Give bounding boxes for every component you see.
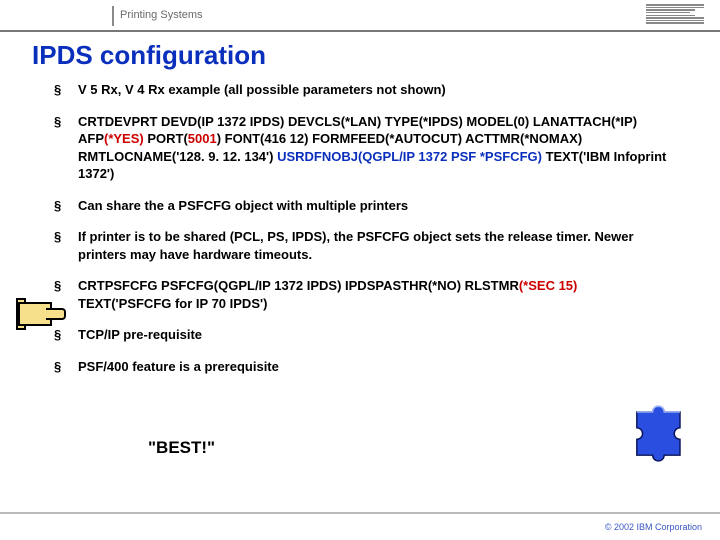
bullet-text: (*SEC 15) <box>519 278 578 293</box>
header-bar: Printing Systems <box>0 0 720 30</box>
bullet-text: CRTPSFCFG PSFCFG(QGPL/IP 1372 IPDS) IPDS… <box>78 278 519 293</box>
bullet-text: PSF/400 feature is a prerequisite <box>78 359 279 374</box>
copyright-text: © 2002 IBM Corporation <box>605 522 702 532</box>
bullet-item: CRTPSFCFG PSFCFG(QGPL/IP 1372 IPDS) IPDS… <box>78 277 672 312</box>
bullet-item: CRTDEVPRT DEVD(IP 1372 IPDS) DEVCLS(*LAN… <box>78 113 672 183</box>
puzzle-piece-icon <box>626 394 698 466</box>
bullet-text: If printer is to be shared (PCL, PS, IPD… <box>78 229 634 262</box>
header-rule <box>0 30 720 32</box>
bullet-text: USRDFNOBJ(QGPL/IP 1372 PSF *PSFCFG) <box>277 149 542 164</box>
ibm-logo-icon <box>646 4 704 24</box>
bullet-item: TCP/IP pre-requisite <box>78 326 672 344</box>
bullet-text: Can share the a PSFCFG object with multi… <box>78 198 408 213</box>
footer-rule <box>0 512 720 514</box>
bullet-item: V 5 Rx, V 4 Rx example (all possible par… <box>78 81 672 99</box>
bullet-text: (*YES) <box>104 131 144 146</box>
bullet-item: PSF/400 feature is a prerequisite <box>78 358 672 376</box>
bullet-list: V 5 Rx, V 4 Rx example (all possible par… <box>78 81 672 376</box>
bullet-item: If printer is to be shared (PCL, PS, IPD… <box>78 228 672 263</box>
bullet-item: Can share the a PSFCFG object with multi… <box>78 197 672 215</box>
bullet-text: TCP/IP pre-requisite <box>78 327 202 342</box>
header-separator <box>112 6 114 26</box>
page-title: IPDS configuration <box>32 40 720 71</box>
bullet-text: TEXT('PSFCFG for IP 70 IPDS') <box>78 296 267 311</box>
bullet-text: PORT( <box>144 131 188 146</box>
header-section-label: Printing Systems <box>120 9 203 21</box>
pointing-hand-icon <box>18 298 64 330</box>
bullet-text: V 5 Rx, V 4 Rx example (all possible par… <box>78 82 446 97</box>
bullet-text: 5001 <box>188 131 217 146</box>
best-callout: "BEST!" <box>148 438 215 458</box>
